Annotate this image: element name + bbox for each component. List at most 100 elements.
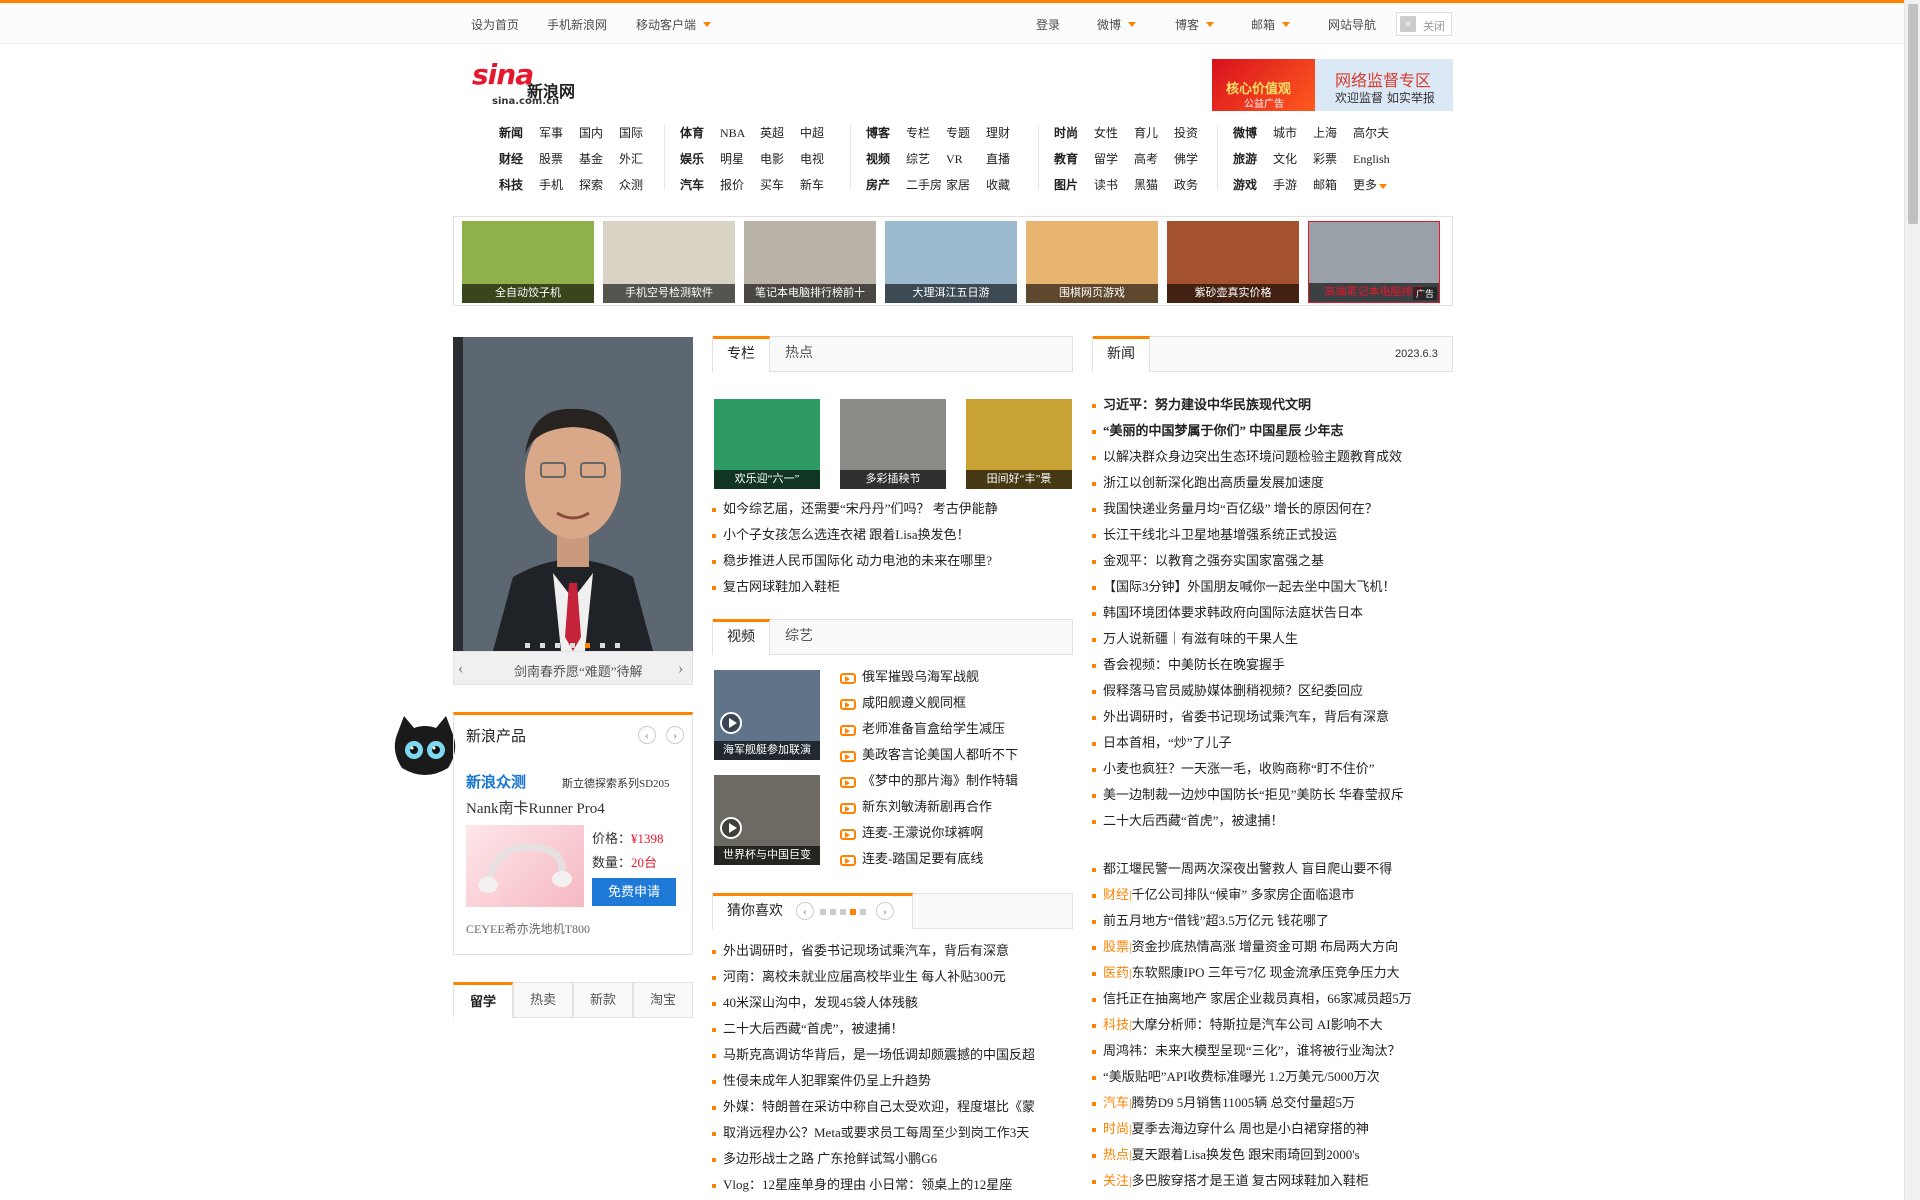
topbar-item[interactable]: 网站导航 [1328, 16, 1376, 33]
slide-dot[interactable] [540, 643, 545, 648]
list-item[interactable]: 小个子女孩怎么选连衣裙 跟着Lisa换发色！ [712, 522, 1074, 548]
list-item[interactable]: 美一边制裁一边炒中国防长“拒见”美防长 华春莹叔斥 [1092, 782, 1454, 808]
column-picture-caption[interactable]: 田间好“丰”景 [966, 470, 1072, 489]
video-title[interactable]: 俄军摧毁乌海军战舰 [862, 669, 979, 684]
tab-variety[interactable]: 综艺 [785, 620, 813, 654]
list-item-text[interactable]: 万人说新疆｜有滋有味的干果人生 [1103, 631, 1298, 646]
list-item-tag[interactable]: 股票| [1103, 939, 1132, 954]
nav-link[interactable]: 股票 [539, 150, 579, 167]
list-item-text[interactable]: 二十大后西藏“首虎”，被逮捕！ [1103, 813, 1284, 828]
list-item[interactable]: 热点|夏天跟着Lisa换发色 跟宋雨琦回到2000's [1092, 1142, 1454, 1168]
list-item-text[interactable]: 都江堰民警一周两次深夜出警救人 盲目爬山要不得 [1103, 861, 1392, 876]
product-brand[interactable]: 新浪众测 [466, 771, 526, 792]
list-item-text[interactable]: “美丽的中国梦属于你们” 中国星辰 少年志 [1103, 423, 1344, 438]
list-item-text[interactable]: 以解决群众身边突出生态环境问题检验主题教育成效 [1103, 449, 1402, 464]
product-image[interactable] [466, 825, 584, 907]
nav-link[interactable]: 军事 [539, 124, 579, 141]
list-item-tag[interactable]: 汽车| [1103, 1095, 1132, 1110]
values-ad[interactable]: 核心价值观 公益广告 [1212, 59, 1315, 111]
nav-link[interactable]: 明星 [720, 150, 760, 167]
list-item-text[interactable]: 信托正在抽离地产 家居企业裁员真相，66家减员超5万 [1103, 991, 1412, 1006]
column-picture[interactable]: 田间好“丰”景 [966, 399, 1072, 489]
play-icon[interactable] [720, 712, 742, 734]
list-item-text[interactable]: 金观平：以教育之强夯实国家富强之基 [1103, 553, 1324, 568]
nav-link[interactable]: 教育 [1054, 150, 1094, 167]
list-item[interactable]: 都江堰民警一周两次深夜出警救人 盲目爬山要不得 [1092, 856, 1454, 882]
column-picture[interactable]: 多彩插秧节 [840, 399, 946, 489]
nav-link[interactable]: 育儿 [1134, 124, 1174, 141]
list-item[interactable]: Vlog：12星座单身的理由 小日常：领桌上的12星座 [712, 1172, 1074, 1198]
nav-link[interactable]: 微博 [1233, 124, 1273, 141]
video-list-item[interactable]: 咸阳舰遵义舰同框 [840, 690, 1074, 716]
chevron-right-icon[interactable]: › [876, 902, 894, 920]
video-title[interactable]: 连麦-王濛说你球裤啊 [862, 825, 983, 840]
list-item[interactable]: 长江干线北斗卫星地基增强系统正式投运 [1092, 522, 1454, 548]
list-item[interactable]: 【国际3分钟】外国朋友喊你一起去坐中国大飞机！ [1092, 574, 1454, 600]
tab-study[interactable]: 留学 [453, 982, 513, 1018]
nav-link[interactable]: 报价 [720, 176, 760, 193]
slide-dot[interactable] [555, 643, 560, 648]
video-thumb-caption[interactable]: 海军舰艇参加联演 [714, 741, 820, 760]
slide-dot[interactable] [525, 643, 530, 648]
guess-dot[interactable] [840, 909, 846, 916]
video-title[interactable]: 新东刘敏涛新剧再合作 [862, 799, 992, 814]
header-banner[interactable]: 核心价值观 公益广告 网络监督专区 欢迎监督 如实举报 [1212, 59, 1453, 111]
list-item-text[interactable]: 夏天跟着Lisa换发色 跟宋雨琦回到2000's [1132, 1147, 1360, 1162]
list-item[interactable]: 外媒：特朗普在采访中称自己太受欢迎，程度堪比《蒙 [712, 1094, 1074, 1120]
nav-link[interactable]: 家居 [946, 176, 986, 193]
nav-link[interactable]: 城市 [1273, 124, 1313, 141]
list-item[interactable]: 信托正在抽离地产 家居企业裁员真相，66家减员超5万 [1092, 986, 1454, 1012]
nav-link[interactable]: VR [946, 152, 986, 167]
play-icon[interactable] [720, 817, 742, 839]
list-item-text[interactable]: “美版贴吧”API收费标准曝光 1.2万美元/5000万次 [1103, 1069, 1380, 1084]
list-item[interactable]: 多边形战士之路 广东抢鲜试驾小鹏G6 [712, 1146, 1074, 1172]
nav-link[interactable]: 专题 [946, 124, 986, 141]
list-item-text[interactable]: 周鸿祎：未来大模型呈现“三化”，谁将被行业淘汰？ [1103, 1043, 1401, 1058]
nav-link[interactable]: 国际 [619, 124, 659, 141]
video-title[interactable]: 《梦中的那片海》制作特辑 [862, 773, 1018, 788]
list-item-text[interactable]: 资金抄底热情高涨 增量资金可期 布局两大方向 [1132, 939, 1399, 954]
nav-link[interactable]: 手机 [539, 176, 579, 193]
nav-link[interactable]: 综艺 [906, 150, 946, 167]
nav-link[interactable]: 娱乐 [680, 150, 720, 167]
list-item-text[interactable]: 浙江以创新深化跑出高质量发展加速度 [1103, 475, 1324, 490]
tab-news[interactable]: 新闻 [1093, 336, 1150, 372]
list-item-text[interactable]: 腾势D9 5月销售11005辆 总交付量超5万 [1132, 1095, 1355, 1110]
guess-dot[interactable] [830, 909, 836, 916]
list-item-text[interactable]: 小麦也疯狂？一天涨一毛，收购商称“盯不住价” [1103, 761, 1375, 776]
tab-study[interactable]: 新款 [573, 982, 633, 1018]
nav-link[interactable]: 国内 [579, 124, 619, 141]
tab-study[interactable]: 热卖 [513, 982, 573, 1018]
list-item-text[interactable]: 美一边制裁一边炒中国防长“拒见”美防长 华春莹叔斥 [1103, 787, 1404, 802]
list-item[interactable]: 科技|大摩分析师：特斯拉是汽车公司 AI影响不大 [1092, 1012, 1454, 1038]
nav-link[interactable]: 黑猫 [1134, 176, 1174, 193]
slide-prev-icon[interactable]: ‹ [458, 660, 463, 678]
strip-thumb[interactable]: 高端笔记本电脑排行 广告 [1308, 221, 1440, 303]
list-item[interactable]: 马斯克高调访华背后，是一场低调却颇震撼的中国反超 [712, 1042, 1074, 1068]
list-item[interactable]: 河南：离校未就业应届高校毕业生 每人补贴300元 [712, 964, 1074, 990]
video-list-item[interactable]: 老师准备盲盒给学生减压 [840, 716, 1074, 742]
tab-column[interactable]: 专栏 [713, 336, 770, 372]
strip-caption[interactable]: 手机空号检测软件 [603, 284, 735, 303]
nav-link[interactable]: 新闻 [499, 124, 539, 141]
strip-thumb[interactable]: 手机空号检测软件 [603, 221, 735, 303]
slide-next-icon[interactable]: › [678, 660, 683, 678]
list-item[interactable]: 汽车|腾势D9 5月销售11005辆 总交付量超5万 [1092, 1090, 1454, 1116]
nav-link[interactable]: 高尔夫 [1353, 124, 1393, 141]
topbar-item[interactable]: 邮箱 [1251, 16, 1275, 33]
list-item[interactable]: 时尚|夏季去海边穿什么 周也是小白裙穿搭的神 [1092, 1116, 1454, 1142]
close-button[interactable]: × 关闭 [1396, 12, 1452, 36]
nav-link[interactable]: 中超 [800, 124, 840, 141]
nav-link[interactable]: 科技 [499, 176, 539, 193]
tab-study[interactable]: 淘宝 [633, 982, 693, 1018]
scrollbar-thumb[interactable] [1908, 4, 1918, 224]
nav-link[interactable]: 上海 [1313, 124, 1353, 141]
supervision-zone[interactable]: 网络监督专区 欢迎监督 如实举报 [1315, 59, 1453, 111]
video-thumb[interactable]: 世界杯与中国巨变 [714, 775, 820, 865]
tab-video[interactable]: 视频 [713, 619, 770, 655]
guess-dot[interactable] [820, 909, 826, 916]
list-item-tag[interactable]: 财经| [1103, 887, 1132, 902]
list-item[interactable]: “美丽的中国梦属于你们” 中国星辰 少年志 [1092, 418, 1454, 444]
list-item-text[interactable]: 东软熙康IPO 三年亏7亿 现金流承压竞争压力大 [1132, 965, 1400, 980]
topbar-item[interactable]: 微博 [1097, 16, 1121, 33]
